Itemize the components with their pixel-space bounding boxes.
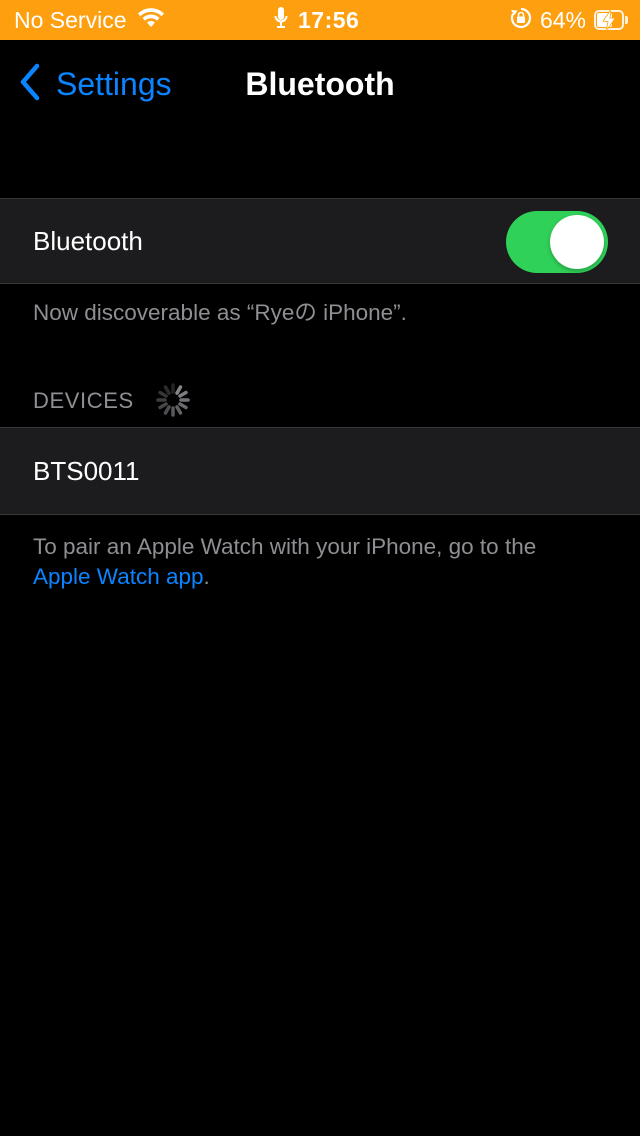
spinner-spoke [178,390,188,398]
devices-section-header: DEVICES [33,388,134,413]
battery-charging-icon [594,10,630,30]
discoverable-text: Now discoverable as “Ryeの iPhone”. [33,300,407,325]
device-name: BTS0011 [33,456,140,486]
apple-watch-app-link[interactable]: Apple Watch app [33,564,204,589]
rotation-lock-icon [510,7,532,34]
status-bar-right: 64% [510,0,630,40]
spinner-spoke [178,402,188,410]
device-row[interactable]: BTS0011 [0,427,640,515]
chevron-left-icon [18,62,42,107]
spinner-spoke [163,385,171,395]
spinner-spoke [175,385,183,395]
bluetooth-label: Bluetooth [33,226,143,256]
loading-spinner-icon [153,380,193,425]
navigation-bar: Bluetooth Settings [0,40,640,128]
spinner-spoke [163,405,171,415]
status-bar-center: 17:56 [274,0,359,40]
carrier-label: No Service [14,6,127,33]
microphone-icon [274,6,288,35]
status-bar: No Service 17:56 64% [0,0,640,40]
wifi-icon [136,7,166,34]
clock: 17:56 [298,6,360,33]
apple-watch-footer-period: . [203,564,210,589]
spinner-spoke [175,405,183,415]
bluetooth-toggle-row: Bluetooth [0,198,640,284]
spinner-spoke [158,402,168,410]
toggle-knob [550,215,604,269]
apple-watch-footer: To pair an Apple Watch with your iPhone,… [33,532,613,592]
back-button-label: Settings [56,65,172,102]
back-button[interactable]: Settings [18,62,172,106]
apple-watch-footer-text: To pair an Apple Watch with your iPhone,… [33,534,537,559]
spinner-spoke [158,390,168,398]
status-bar-left: No Service [14,0,166,40]
bluetooth-toggle[interactable] [506,211,608,273]
battery-percentage: 64% [539,6,586,33]
